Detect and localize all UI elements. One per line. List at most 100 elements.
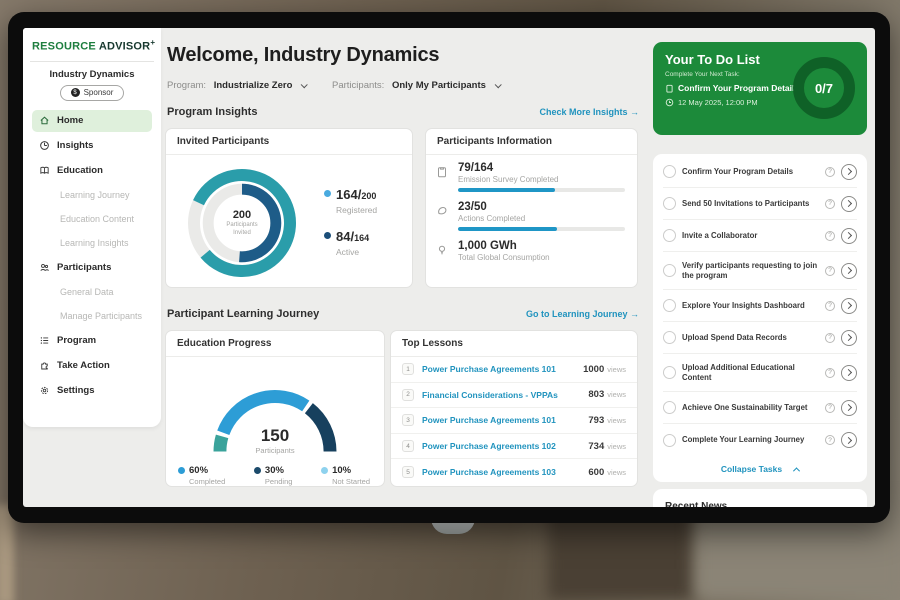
sidebar-item-label: Settings: [57, 385, 94, 396]
task-row[interactable]: Explore Your Insights Dashboard ?: [663, 290, 857, 322]
todo-panel: Your To Do List Complete Your Next Task:…: [653, 42, 867, 507]
recent-news-title: Recent News: [665, 501, 855, 507]
lesson-row[interactable]: 1 Power Purchase Agreements 101 1000view…: [391, 357, 637, 383]
task-open-button[interactable]: [841, 228, 857, 244]
lesson-link[interactable]: Financial Considerations - VPPAs: [422, 390, 588, 400]
sponsor-label: Sponsor: [84, 88, 114, 97]
collapse-tasks-link[interactable]: Collapse Tasks: [663, 456, 857, 482]
help-icon[interactable]: ?: [825, 266, 835, 276]
task-row[interactable]: Achieve One Sustainability Target ?: [663, 392, 857, 424]
task-row[interactable]: Send 50 Invitations to Participants ?: [663, 188, 857, 220]
education-progress-gauge-chart: 150 Participants: [177, 369, 373, 455]
help-icon[interactable]: ?: [825, 368, 835, 378]
lesson-row[interactable]: 5 Power Purchase Agreements 103 600views: [391, 459, 637, 485]
lesson-link[interactable]: Power Purchase Agreements 103: [422, 467, 588, 477]
task-checkbox[interactable]: [663, 401, 676, 414]
sidebar-item-general-data[interactable]: General Data: [32, 282, 152, 303]
task-checkbox[interactable]: [663, 434, 676, 447]
sidebar-item-label: Education: [57, 165, 103, 176]
lesson-rank: 2: [402, 389, 414, 401]
sidebar-item-education[interactable]: Education: [32, 160, 152, 182]
sidebar-item-learning-insights[interactable]: Learning Insights: [32, 233, 152, 254]
task-checkbox[interactable]: [663, 366, 676, 379]
invited-participants-body: 200 Participants Invited 164/200 Registe…: [166, 155, 412, 288]
program-insights-section-header: Program Insights Check More Insights →: [167, 106, 639, 118]
legend-dot: [324, 190, 331, 197]
clipboard-icon: [665, 84, 674, 93]
legend-dot: [178, 467, 185, 474]
chevron-down-icon: [301, 81, 308, 88]
help-icon[interactable]: ?: [825, 435, 835, 445]
task-open-button[interactable]: [841, 298, 857, 314]
task-row[interactable]: Upload Spend Data Records ?: [663, 322, 857, 354]
divider: [30, 61, 154, 62]
sidebar-item-settings[interactable]: Settings: [32, 380, 152, 402]
lesson-link[interactable]: Power Purchase Agreements 102: [422, 441, 588, 451]
people-icon: [39, 262, 50, 273]
help-icon[interactable]: ?: [825, 301, 835, 311]
task-open-button[interactable]: [841, 432, 857, 448]
lesson-row[interactable]: 3 Power Purchase Agreements 101 793views: [391, 408, 637, 434]
background-edge: [0, 505, 14, 600]
action-icon: [39, 360, 50, 371]
lesson-views: 803: [588, 389, 604, 400]
help-icon[interactable]: ?: [825, 167, 835, 177]
task-open-button[interactable]: [841, 330, 857, 346]
task-open-button[interactable]: [841, 400, 857, 416]
go-to-learning-journey-link[interactable]: Go to Learning Journey →: [526, 309, 639, 319]
task-row[interactable]: Complete Your Learning Journey ?: [663, 424, 857, 456]
help-icon[interactable]: ?: [825, 231, 835, 241]
filter-bar: Program: Industrialize Zero Participants…: [167, 80, 500, 91]
lesson-rank: 4: [402, 440, 414, 452]
lesson-link[interactable]: Power Purchase Agreements 101: [422, 415, 588, 425]
task-row[interactable]: Invite a Collaborator ?: [663, 220, 857, 252]
sidebar-item-label: Participants: [57, 262, 111, 273]
lesson-row[interactable]: 4 Power Purchase Agreements 102 734views: [391, 434, 637, 460]
help-icon[interactable]: ?: [825, 333, 835, 343]
sidebar-item-program[interactable]: Program: [32, 330, 152, 352]
lesson-row[interactable]: 2 Financial Considerations - VPPAs 803vi…: [391, 383, 637, 409]
lesson-views: 1000: [583, 364, 604, 375]
task-row[interactable]: Confirm Your Program Details ?: [663, 156, 857, 188]
card-title: Top Lessons: [391, 331, 637, 357]
task-open-button[interactable]: [841, 196, 857, 212]
app-logo[interactable]: RESOURCE ADVISOR+: [32, 38, 152, 53]
card-title: Education Progress: [166, 331, 384, 357]
help-icon[interactable]: ?: [825, 199, 835, 209]
legend-dot: [324, 232, 331, 239]
legend-pending: 30% Pending: [254, 465, 293, 486]
participants-filter[interactable]: Participants: Only My Participants: [332, 80, 500, 91]
task-open-button[interactable]: [841, 164, 857, 180]
top-lessons-card: Top Lessons 1 Power Purchase Agreements …: [390, 330, 638, 487]
sidebar-item-learning-journey[interactable]: Learning Journey: [32, 185, 152, 206]
gauge-legend: 60% Completed 30% Pending 10% Not Starte…: [166, 455, 384, 486]
leaf-icon: [436, 204, 448, 222]
sidebar-item-home[interactable]: Home: [32, 110, 152, 132]
lesson-link[interactable]: Power Purchase Agreements 101: [422, 364, 583, 374]
sidebar-item-education-content[interactable]: Education Content: [32, 209, 152, 230]
logo-plus: +: [150, 38, 155, 47]
sidebar-item-participants[interactable]: Participants: [32, 257, 152, 279]
task-checkbox[interactable]: [663, 229, 676, 242]
task-row[interactable]: Upload Additional Educational Content ?: [663, 354, 857, 392]
task-checkbox[interactable]: [663, 299, 676, 312]
task-row[interactable]: Verify participants requesting to join t…: [663, 252, 857, 290]
task-checkbox[interactable]: [663, 264, 676, 277]
task-checkbox[interactable]: [663, 331, 676, 344]
program-filter[interactable]: Program: Industrialize Zero: [167, 80, 306, 91]
gear-icon: [39, 385, 50, 396]
task-checkbox[interactable]: [663, 197, 676, 210]
logo-secondary: ADVISOR: [99, 41, 151, 53]
task-open-button[interactable]: [841, 263, 857, 279]
sidebar-item-label: Manage Participants: [60, 311, 142, 321]
check-more-insights-link[interactable]: Check More Insights →: [539, 107, 639, 117]
insights-icon: [39, 140, 50, 151]
learning-journey-section-header: Participant Learning Journey Go to Learn…: [167, 308, 639, 320]
sidebar-item-insights[interactable]: Insights: [32, 135, 152, 157]
task-checkbox[interactable]: [663, 165, 676, 178]
sidebar-item-take-action[interactable]: Take Action: [32, 355, 152, 377]
sidebar-item-manage-participants[interactable]: Manage Participants: [32, 306, 152, 327]
help-icon[interactable]: ?: [825, 403, 835, 413]
task-open-button[interactable]: [841, 365, 857, 381]
chevron-down-icon: [494, 81, 501, 88]
